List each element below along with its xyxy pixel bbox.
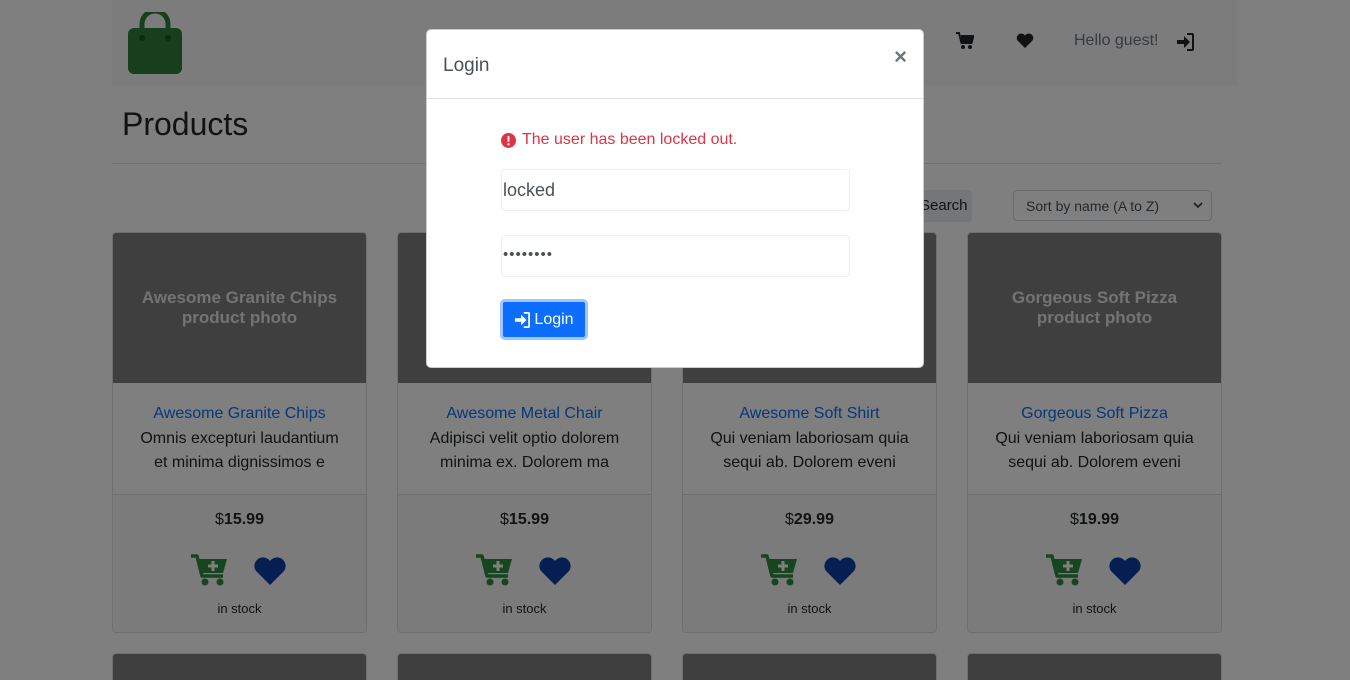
password-field[interactable]: •••••••• xyxy=(501,235,850,277)
exclamation-circle-icon xyxy=(501,132,516,148)
modal-header: Login × xyxy=(427,30,923,99)
modal-body: The user has been locked out. locked •••… xyxy=(427,99,923,367)
close-icon[interactable]: × xyxy=(894,46,907,68)
modal-title: Login xyxy=(443,55,490,76)
login-button-label: Login xyxy=(534,310,574,328)
error-text: The user has been locked out. xyxy=(522,131,738,148)
login-modal: Login × The user has been locked out. lo… xyxy=(426,29,924,368)
username-field[interactable]: locked xyxy=(501,169,850,211)
sign-in-icon xyxy=(515,311,531,328)
login-button[interactable]: Login xyxy=(500,299,588,340)
error-message: The user has been locked out. xyxy=(501,131,737,149)
